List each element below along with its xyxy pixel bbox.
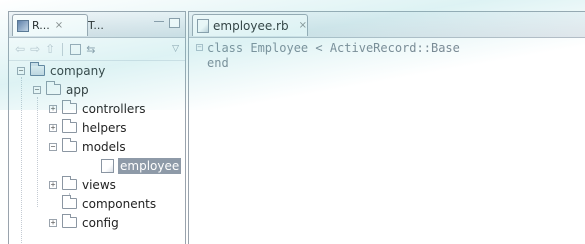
fold-toggle-icon[interactable]: − bbox=[196, 44, 203, 51]
tree-item-label: company bbox=[50, 63, 106, 78]
tree-item-label: employee bbox=[118, 157, 182, 174]
forward-arrow-icon[interactable]: ⇨ bbox=[30, 42, 40, 56]
tree-item-helpers[interactable]: + helpers bbox=[49, 118, 127, 137]
tree-item-label: views bbox=[82, 177, 116, 192]
project-folder-icon bbox=[30, 62, 45, 76]
code-line[interactable]: end bbox=[207, 56, 585, 71]
toolbar-divider bbox=[62, 42, 64, 56]
explorer-toolbar: ⇦ ⇨ ⇧ ⇆ ▽ bbox=[9, 38, 185, 61]
ide-window: R... ⨯ T... ⇦ ⇨ ⇧ ⇆ ▽ − company − app + … bbox=[0, 0, 585, 244]
tab-rails-explorer[interactable]: R... ⨯ bbox=[12, 14, 88, 36]
tab-secondary-view[interactable]: T... bbox=[83, 14, 137, 36]
expand-toggle-icon[interactable]: + bbox=[49, 218, 57, 227]
tree-item-label: config bbox=[82, 215, 119, 230]
link-with-editor-icon[interactable]: ⇆ bbox=[86, 43, 95, 56]
editor-tab-bar: employee.rb ⨯ bbox=[189, 12, 585, 38]
tree-item-company[interactable]: − company bbox=[17, 61, 105, 80]
view-window-controls bbox=[154, 18, 180, 28]
collapse-toggle-icon[interactable]: − bbox=[17, 66, 25, 75]
folder-icon bbox=[62, 138, 77, 152]
code-line[interactable]: class Employee < ActiveRecord::Base bbox=[207, 41, 585, 56]
folder-icon bbox=[62, 176, 77, 190]
editor-area: employee.rb ⨯ − class Employee < ActiveR… bbox=[188, 11, 585, 244]
ruby-file-icon bbox=[101, 158, 114, 173]
code-editor[interactable]: − class Employee < ActiveRecord::Base en… bbox=[189, 38, 585, 71]
tree-item-components[interactable]: components bbox=[49, 194, 156, 213]
tree-item-label: models bbox=[82, 139, 126, 154]
rails-explorer-icon bbox=[17, 19, 29, 32]
tree-item-label: controllers bbox=[82, 101, 146, 116]
tree-item-label: app bbox=[66, 82, 89, 97]
tree-item-views[interactable]: + views bbox=[49, 175, 116, 194]
folder-icon bbox=[62, 195, 77, 209]
view-menu-chevron-icon[interactable]: ▽ bbox=[172, 44, 179, 54]
expand-toggle-icon[interactable]: + bbox=[49, 104, 57, 113]
collapse-toggle-icon[interactable]: − bbox=[33, 85, 41, 94]
tree-guide-line bbox=[21, 77, 22, 244]
folder-icon bbox=[62, 100, 77, 114]
collapse-toggle-icon[interactable]: − bbox=[49, 142, 57, 151]
explorer-tab-bar: R... ⨯ T... bbox=[9, 12, 185, 38]
folder-icon bbox=[62, 214, 77, 228]
ruby-file-icon bbox=[197, 18, 209, 33]
tab-label: T... bbox=[88, 19, 104, 32]
tree-item-models[interactable]: − models bbox=[49, 137, 126, 156]
tree-item-label: components bbox=[82, 196, 157, 211]
expand-toggle-icon[interactable]: + bbox=[49, 180, 57, 189]
close-icon[interactable]: ⨯ bbox=[299, 20, 307, 31]
tree-guide-line bbox=[37, 97, 38, 207]
back-arrow-icon[interactable]: ⇦ bbox=[15, 42, 25, 56]
tree-item-label: helpers bbox=[82, 120, 127, 135]
minimize-icon[interactable] bbox=[154, 21, 164, 25]
folder-icon bbox=[46, 81, 61, 95]
tree-item-employee[interactable]: employee bbox=[101, 156, 182, 175]
folder-icon bbox=[62, 119, 77, 133]
tree-item-config[interactable]: + config bbox=[49, 213, 119, 232]
up-folder-icon[interactable]: ⇧ bbox=[45, 42, 55, 56]
explorer-panel: R... ⨯ T... ⇦ ⇨ ⇧ ⇆ ▽ − company − app + … bbox=[8, 11, 186, 244]
collapse-all-icon[interactable] bbox=[70, 43, 82, 55]
editor-tab-label: employee.rb bbox=[213, 18, 289, 33]
close-icon[interactable]: ⨯ bbox=[55, 20, 63, 31]
tree-item-app[interactable]: − app bbox=[33, 80, 89, 99]
tree-item-controllers[interactable]: + controllers bbox=[49, 99, 146, 118]
tab-employee-rb[interactable]: employee.rb ⨯ bbox=[192, 14, 308, 36]
tab-label: R... bbox=[32, 19, 50, 32]
expand-toggle-icon[interactable]: + bbox=[49, 123, 57, 132]
maximize-icon[interactable] bbox=[169, 18, 180, 28]
